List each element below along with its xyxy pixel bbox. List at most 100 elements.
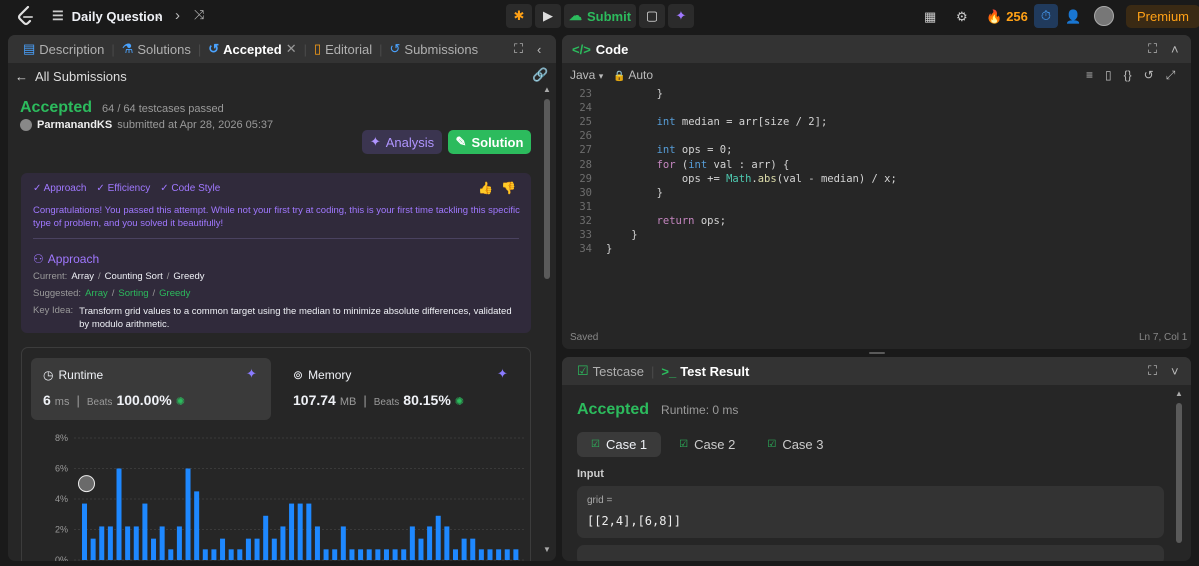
maximize-icon[interactable]: ⛶ bbox=[1148, 363, 1157, 379]
notes-button[interactable]: ▢ bbox=[639, 4, 665, 28]
runtime-bar[interactable] bbox=[245, 538, 251, 560]
thumbs-up-icon[interactable]: 👍 bbox=[478, 181, 493, 195]
runtime-bar[interactable] bbox=[168, 549, 174, 560]
code-line[interactable]: return ops; bbox=[606, 215, 727, 227]
reset-icon[interactable]: ↺ bbox=[1144, 68, 1154, 83]
tab-solutions[interactable]: ⚗ Solutions bbox=[117, 41, 196, 57]
runtime-bar[interactable] bbox=[133, 526, 139, 560]
runtime-bar[interactable] bbox=[418, 538, 424, 560]
maximize-icon[interactable]: ⛶ bbox=[1148, 41, 1157, 57]
maximize-icon[interactable]: ⛶ bbox=[514, 41, 523, 57]
runtime-bar[interactable] bbox=[478, 549, 484, 560]
runtime-bar[interactable] bbox=[228, 549, 234, 560]
runtime-bar[interactable] bbox=[314, 526, 320, 560]
add-friend-icon[interactable]: 👤 bbox=[1065, 9, 1081, 25]
runtime-bar[interactable] bbox=[427, 526, 433, 560]
memory-card[interactable]: ⊚ Memory ✦ 107.74 MB | Beats 80.15% ✺ bbox=[283, 358, 523, 420]
format-icon[interactable]: ≡ bbox=[1086, 68, 1093, 83]
code-line[interactable]: ops += Math.abs(val - median) / x; bbox=[606, 173, 897, 185]
ai-button[interactable]: ✦ bbox=[668, 4, 694, 28]
debug-button[interactable]: ✱ bbox=[506, 4, 532, 28]
collapse-icon[interactable]: ‹ bbox=[537, 42, 541, 57]
runtime-bar[interactable] bbox=[185, 468, 191, 561]
tab-testcase[interactable]: ☑ Testcase bbox=[572, 363, 649, 379]
runtime-bar[interactable] bbox=[513, 549, 519, 560]
collapse-icon[interactable]: ˅ bbox=[1171, 364, 1179, 379]
grid-layout-icon[interactable]: ▦ bbox=[924, 9, 936, 25]
premium-button[interactable]: Premium bbox=[1126, 5, 1199, 28]
user-position-avatar[interactable] bbox=[78, 475, 96, 493]
close-icon[interactable]: ✕ bbox=[286, 41, 297, 57]
runtime-bar[interactable] bbox=[151, 538, 157, 560]
username[interactable]: ParmanandKS bbox=[37, 119, 112, 131]
case-3-tab[interactable]: ☑ Case 3 bbox=[753, 432, 837, 457]
analysis-button[interactable]: ✦ Analysis bbox=[362, 130, 442, 154]
code-line[interactable]: int median = arr[size / 2]; bbox=[606, 116, 828, 128]
code-line[interactable]: } bbox=[606, 229, 637, 241]
expand-icon[interactable]: ⤢ bbox=[1166, 68, 1176, 83]
runtime-bar[interactable] bbox=[82, 503, 88, 560]
code-line[interactable]: int ops = 0; bbox=[606, 144, 733, 156]
code-line[interactable]: for (int val : arr) { bbox=[606, 159, 790, 171]
problem-list-button[interactable]: ☰ Daily Question bbox=[52, 8, 163, 24]
tab-accepted[interactable]: ↺ Accepted ✕ bbox=[203, 41, 301, 57]
tab-submissions[interactable]: ↺ Submissions bbox=[385, 41, 484, 57]
runtime-bar[interactable] bbox=[116, 468, 122, 561]
sparkle-icon[interactable]: ✦ bbox=[246, 366, 257, 382]
runtime-bar[interactable] bbox=[297, 503, 303, 560]
user-avatar[interactable] bbox=[20, 119, 32, 131]
runtime-bar[interactable] bbox=[452, 549, 458, 560]
code-line[interactable]: } bbox=[606, 88, 663, 100]
collapse-icon[interactable]: ˄ bbox=[1171, 42, 1179, 57]
runtime-bar[interactable] bbox=[323, 549, 329, 560]
thumbs-down-icon[interactable]: 👎 bbox=[501, 181, 516, 195]
runtime-bar[interactable] bbox=[470, 538, 476, 560]
runtime-bar[interactable] bbox=[487, 549, 493, 560]
runtime-bar[interactable] bbox=[271, 538, 277, 560]
braces-icon[interactable]: {} bbox=[1124, 68, 1132, 83]
runtime-bar[interactable] bbox=[383, 549, 389, 560]
runtime-bar[interactable] bbox=[107, 526, 113, 560]
streak-counter[interactable]: 🔥 256 bbox=[986, 9, 1028, 25]
bookmark-icon[interactable]: ▯ bbox=[1105, 68, 1112, 83]
settings-gear-icon[interactable]: ⚙ bbox=[956, 9, 968, 25]
runtime-bar[interactable] bbox=[401, 549, 407, 560]
next-question-icon[interactable]: › bbox=[175, 7, 180, 24]
runtime-bar[interactable] bbox=[254, 538, 260, 560]
runtime-bar[interactable] bbox=[263, 515, 269, 560]
runtime-bar[interactable] bbox=[176, 526, 182, 560]
case-1-tab[interactable]: ☑ Case 1 bbox=[577, 432, 662, 457]
runtime-bar[interactable] bbox=[461, 538, 467, 560]
panel-resize-handle[interactable] bbox=[869, 352, 885, 354]
runtime-bar[interactable] bbox=[280, 526, 286, 560]
code-line[interactable]: } bbox=[606, 187, 663, 199]
back-to-submissions[interactable]: ← All Submissions bbox=[15, 69, 127, 84]
avatar[interactable] bbox=[1094, 6, 1114, 26]
runtime-bar[interactable] bbox=[159, 526, 165, 560]
code-line[interactable]: } bbox=[606, 243, 612, 255]
runtime-bar[interactable] bbox=[504, 549, 510, 560]
left-scrollbar[interactable]: ▲ ▼ bbox=[543, 85, 551, 555]
runtime-bar[interactable] bbox=[125, 526, 131, 560]
runtime-bar[interactable] bbox=[340, 526, 346, 560]
runtime-bar[interactable] bbox=[392, 549, 398, 560]
tab-description[interactable]: ▤ Description bbox=[18, 41, 109, 57]
runtime-bar[interactable] bbox=[435, 515, 441, 560]
tab-editorial[interactable]: ▯ Editorial bbox=[309, 41, 377, 57]
link-icon[interactable]: 🔗 bbox=[532, 67, 548, 83]
runtime-bar[interactable] bbox=[366, 549, 372, 560]
timer-icon[interactable]: ⏱ bbox=[1034, 4, 1058, 28]
runtime-bar[interactable] bbox=[202, 549, 208, 560]
language-select[interactable]: Java ▾ bbox=[570, 68, 603, 82]
runtime-bar[interactable] bbox=[142, 503, 148, 560]
leetcode-logo-icon[interactable] bbox=[16, 6, 36, 26]
prev-question-icon[interactable]: ‹ bbox=[156, 7, 161, 24]
runtime-distribution-chart[interactable]: 8%6%4%2%0%8ms41ms98ms108ms142ms bbox=[26, 428, 526, 561]
runtime-bar[interactable] bbox=[358, 549, 364, 560]
test-scrollbar[interactable]: ▲ bbox=[1175, 385, 1183, 561]
code-editor[interactable]: 23 } 24 25 int median = arr[size / 2]; 26 27… bbox=[562, 85, 1191, 325]
runtime-bar[interactable] bbox=[194, 491, 200, 560]
sparkle-icon[interactable]: ✦ bbox=[497, 366, 508, 382]
runtime-card[interactable]: ◷ Runtime ✦ 6 ms | Beats 100.00% ✺ bbox=[31, 358, 271, 420]
runtime-bar[interactable] bbox=[496, 549, 502, 560]
